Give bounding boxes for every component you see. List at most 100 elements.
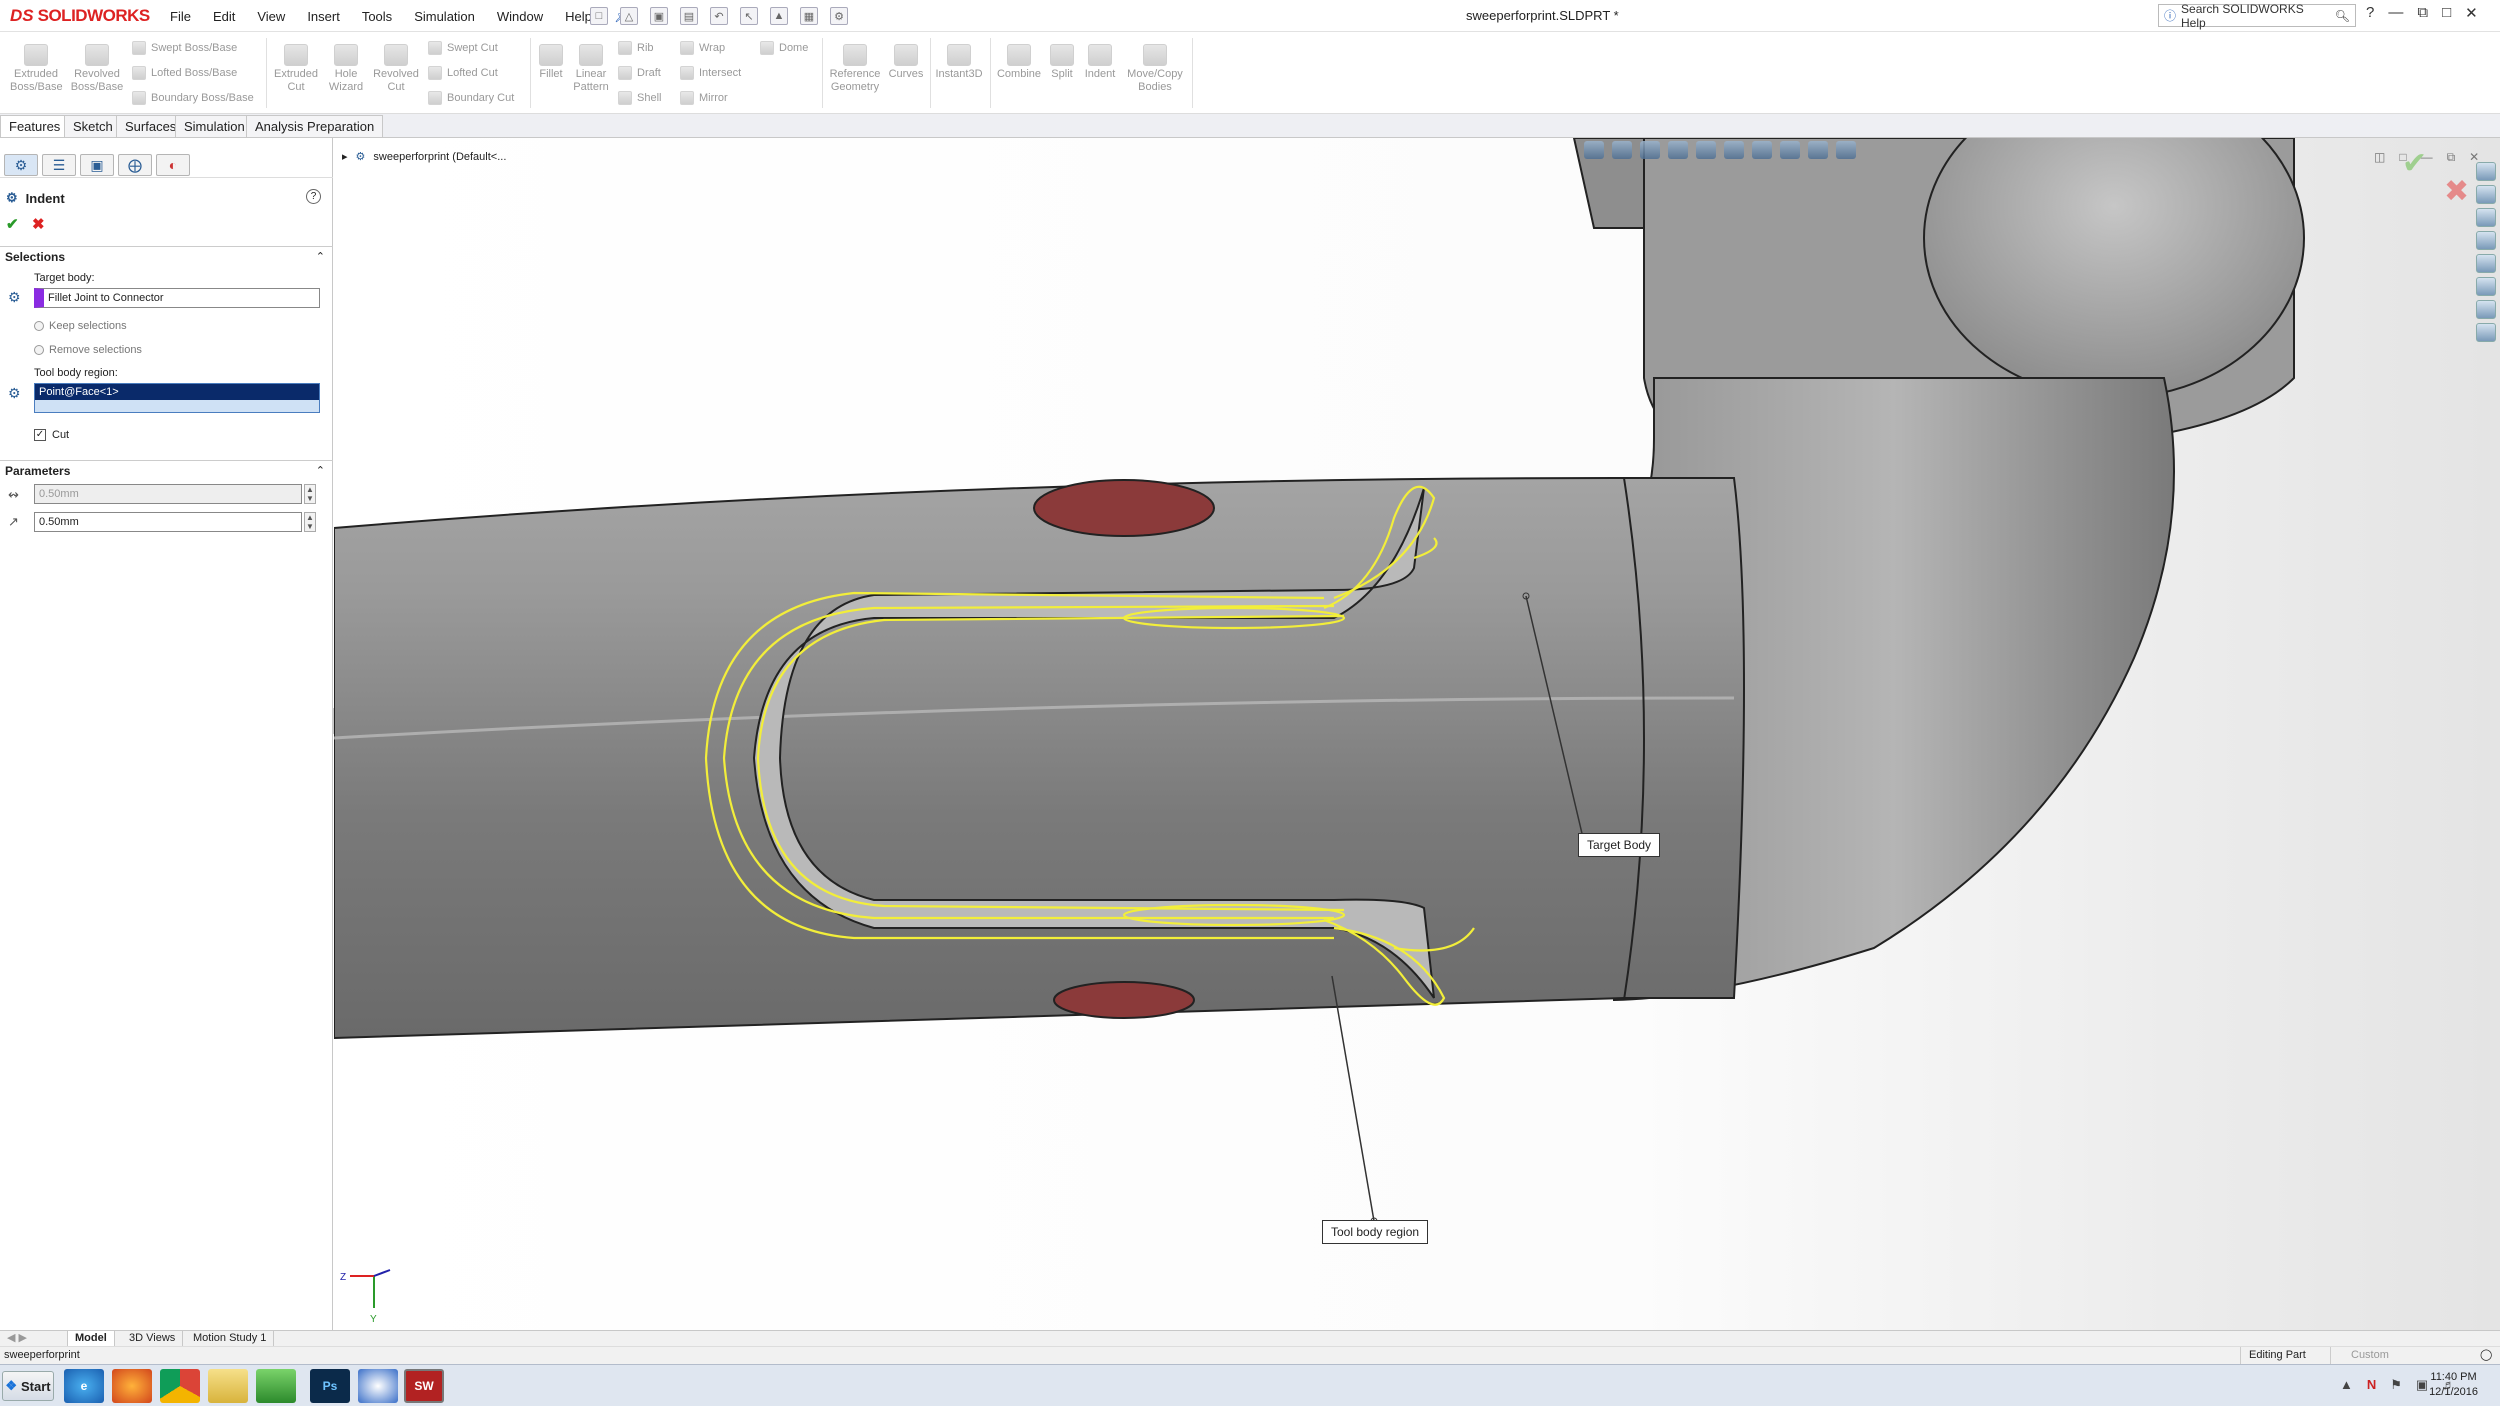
help-dropdown-icon[interactable]: ? bbox=[2366, 4, 2374, 22]
ok-checkmark-icon[interactable]: ✔ bbox=[6, 215, 19, 233]
dome-button[interactable]: Dome bbox=[760, 39, 808, 57]
solidworks-resources-icon[interactable] bbox=[2476, 162, 2496, 181]
swept-cut-button[interactable]: Swept Cut bbox=[428, 39, 498, 57]
pm-help-icon[interactable]: ? bbox=[306, 189, 321, 204]
confirm-ok-icon[interactable]: ✔ bbox=[2402, 146, 2427, 181]
help-search-input[interactable]: ⓘ Search SOLIDWORKS Help 🔍︎ bbox=[2158, 2, 2356, 30]
confirm-cancel-icon[interactable]: ✖ bbox=[2444, 174, 2469, 209]
revolved-cut-button[interactable]: Revolved Cut bbox=[370, 44, 422, 94]
photoshop-icon[interactable]: Ps bbox=[310, 1369, 350, 1403]
wrap-button[interactable]: Wrap bbox=[680, 39, 725, 57]
maps-app-icon[interactable] bbox=[256, 1369, 296, 1403]
thickness-field[interactable]: 0.50mm bbox=[34, 484, 302, 504]
tab-scroll-arrows[interactable]: ◀ ▶ bbox=[0, 1331, 68, 1347]
expand-arrow-icon[interactable]: ▸ bbox=[342, 150, 348, 163]
close-icon[interactable]: ✕ bbox=[2465, 4, 2478, 22]
indent-button[interactable]: Indent bbox=[1080, 44, 1120, 81]
firefox-icon[interactable] bbox=[112, 1369, 152, 1403]
configuration-manager-tab-icon[interactable]: ▣ bbox=[80, 154, 114, 176]
menu-view[interactable]: View bbox=[257, 9, 285, 24]
combine-button[interactable]: Combine bbox=[994, 44, 1044, 81]
feature-tree-flyout[interactable]: ▸ ⚙ sweeperforprint (Default<... bbox=[342, 150, 506, 164]
zoom-to-fit-icon[interactable] bbox=[1584, 141, 1604, 159]
extruded-boss-button[interactable]: Extruded Boss/Base bbox=[10, 44, 63, 94]
custom-properties-icon[interactable] bbox=[2476, 277, 2496, 296]
target-body-callout[interactable]: Target Body bbox=[1578, 833, 1661, 857]
file-properties-icon[interactable]: ▦ bbox=[800, 7, 818, 25]
design-library-icon[interactable] bbox=[2476, 185, 2496, 204]
menu-insert[interactable]: Insert bbox=[307, 9, 340, 24]
fillet-button[interactable]: Fillet bbox=[534, 44, 568, 81]
draft-button[interactable]: Draft bbox=[618, 64, 661, 82]
revolved-boss-button[interactable]: Revolved Boss/Base bbox=[70, 44, 124, 94]
tab-analysis-preparation[interactable]: Analysis Preparation bbox=[246, 115, 384, 137]
boundary-cut-button[interactable]: Boundary Cut bbox=[428, 89, 514, 107]
shell-button[interactable]: Shell bbox=[618, 89, 661, 107]
hide-show-items-icon[interactable] bbox=[1780, 141, 1800, 159]
display-style-icon[interactable] bbox=[1752, 141, 1772, 159]
file-explorer-icon[interactable] bbox=[208, 1369, 248, 1403]
new-document-icon[interactable]: □ bbox=[590, 7, 608, 25]
chrome-icon[interactable] bbox=[160, 1369, 200, 1403]
tool-body-region-item[interactable]: Point@Face<1> bbox=[35, 384, 319, 400]
intersect-button[interactable]: Intersect bbox=[680, 64, 741, 82]
remove-selections-radio[interactable]: Remove selections bbox=[34, 344, 142, 356]
previous-view-icon[interactable] bbox=[1640, 141, 1660, 159]
tray-network-icon[interactable]: ▣ bbox=[2416, 1377, 2428, 1393]
tray-n-icon[interactable]: N bbox=[2367, 1377, 2376, 1393]
tab-sketch[interactable]: Sketch bbox=[64, 115, 122, 137]
menu-edit[interactable]: Edit bbox=[213, 9, 235, 24]
view-palette-icon[interactable] bbox=[2476, 231, 2496, 250]
file-explorer-icon[interactable] bbox=[2476, 208, 2496, 227]
tool-body-region-list[interactable]: Point@Face<1> bbox=[34, 383, 320, 413]
section-view-icon[interactable] bbox=[1668, 141, 1688, 159]
restore-icon[interactable]: ⧉ bbox=[2417, 4, 2428, 22]
tab-simulation[interactable]: Simulation bbox=[175, 115, 254, 137]
menu-window[interactable]: Window bbox=[497, 9, 543, 24]
boundary-boss-button[interactable]: Boundary Boss/Base bbox=[132, 89, 254, 107]
keep-selections-radio[interactable]: Keep selections bbox=[34, 320, 127, 332]
collapse-chevron-icon[interactable]: ⌃ bbox=[316, 461, 325, 481]
solidworks-taskbar-icon[interactable]: SW bbox=[404, 1369, 444, 1403]
apply-scene-icon[interactable] bbox=[1836, 141, 1856, 159]
hole-wizard-button[interactable]: Hole Wizard bbox=[322, 44, 370, 94]
start-button[interactable]: ❖ Start bbox=[2, 1371, 54, 1401]
network-app-icon[interactable] bbox=[358, 1369, 398, 1403]
display-manager-tab-icon[interactable]: ◐ bbox=[156, 154, 190, 176]
units-dropdown[interactable]: Custom bbox=[2330, 1347, 2450, 1364]
tab-features[interactable]: Features bbox=[0, 115, 70, 137]
thickness-spinner[interactable]: ▲ ▼ bbox=[304, 484, 316, 504]
menu-simulation[interactable]: Simulation bbox=[414, 9, 475, 24]
taskbar-clock[interactable]: 11:40 PM 12/1/2016 bbox=[2429, 1370, 2478, 1400]
options-gear-icon[interactable]: ⚙ bbox=[830, 7, 848, 25]
tab-3d-views[interactable]: 3D Views bbox=[122, 1331, 184, 1347]
rebuild-icon[interactable]: ▲ bbox=[770, 7, 788, 25]
mirror-button[interactable]: Mirror bbox=[680, 89, 728, 107]
dimxpert-tab-icon[interactable]: ⨁ bbox=[118, 154, 152, 176]
solidworks-logo[interactable]: DS SOLIDWORKS bbox=[10, 3, 152, 29]
select-icon[interactable]: ↖ bbox=[740, 7, 758, 25]
feature-manager-tab-icon[interactable]: ⚙ bbox=[4, 154, 38, 176]
internet-explorer-icon[interactable]: e bbox=[64, 1369, 104, 1403]
undo-icon[interactable]: ↶ bbox=[710, 7, 728, 25]
save-icon[interactable]: ▣ bbox=[650, 7, 668, 25]
swept-boss-button[interactable]: Swept Boss/Base bbox=[132, 39, 237, 57]
parameters-section-header[interactable]: Parameters ⌃ bbox=[0, 460, 333, 480]
extruded-cut-button[interactable]: Extruded Cut bbox=[270, 44, 322, 94]
tray-expand-icon[interactable]: ▲ bbox=[2340, 1377, 2353, 1393]
lofted-cut-button[interactable]: Lofted Cut bbox=[428, 64, 498, 82]
menu-help[interactable]: Help bbox=[565, 9, 592, 24]
tab-model[interactable]: Model bbox=[68, 1331, 115, 1347]
cancel-x-icon[interactable]: ✖ bbox=[32, 215, 45, 233]
viewport-maximize-icon[interactable]: ⧉ bbox=[2447, 150, 2456, 165]
menu-tools[interactable]: Tools bbox=[362, 9, 392, 24]
dynamic-annotation-icon[interactable] bbox=[1696, 141, 1716, 159]
view-orientation-icon[interactable] bbox=[1724, 141, 1744, 159]
reference-geometry-button[interactable]: Reference Geometry bbox=[826, 44, 884, 94]
maximize-icon[interactable]: □ bbox=[2442, 4, 2451, 22]
cut-checkbox[interactable]: ✓ Cut bbox=[34, 429, 69, 441]
clearance-spinner[interactable]: ▲ ▼ bbox=[304, 512, 316, 532]
curves-button[interactable]: Curves bbox=[886, 44, 926, 81]
graphics-area[interactable]: Z Y ▸ ⚙ sweeperforprint (Default<... ◫ □… bbox=[334, 138, 2500, 1330]
move-copy-bodies-button[interactable]: Move/Copy Bodies bbox=[1124, 44, 1186, 94]
